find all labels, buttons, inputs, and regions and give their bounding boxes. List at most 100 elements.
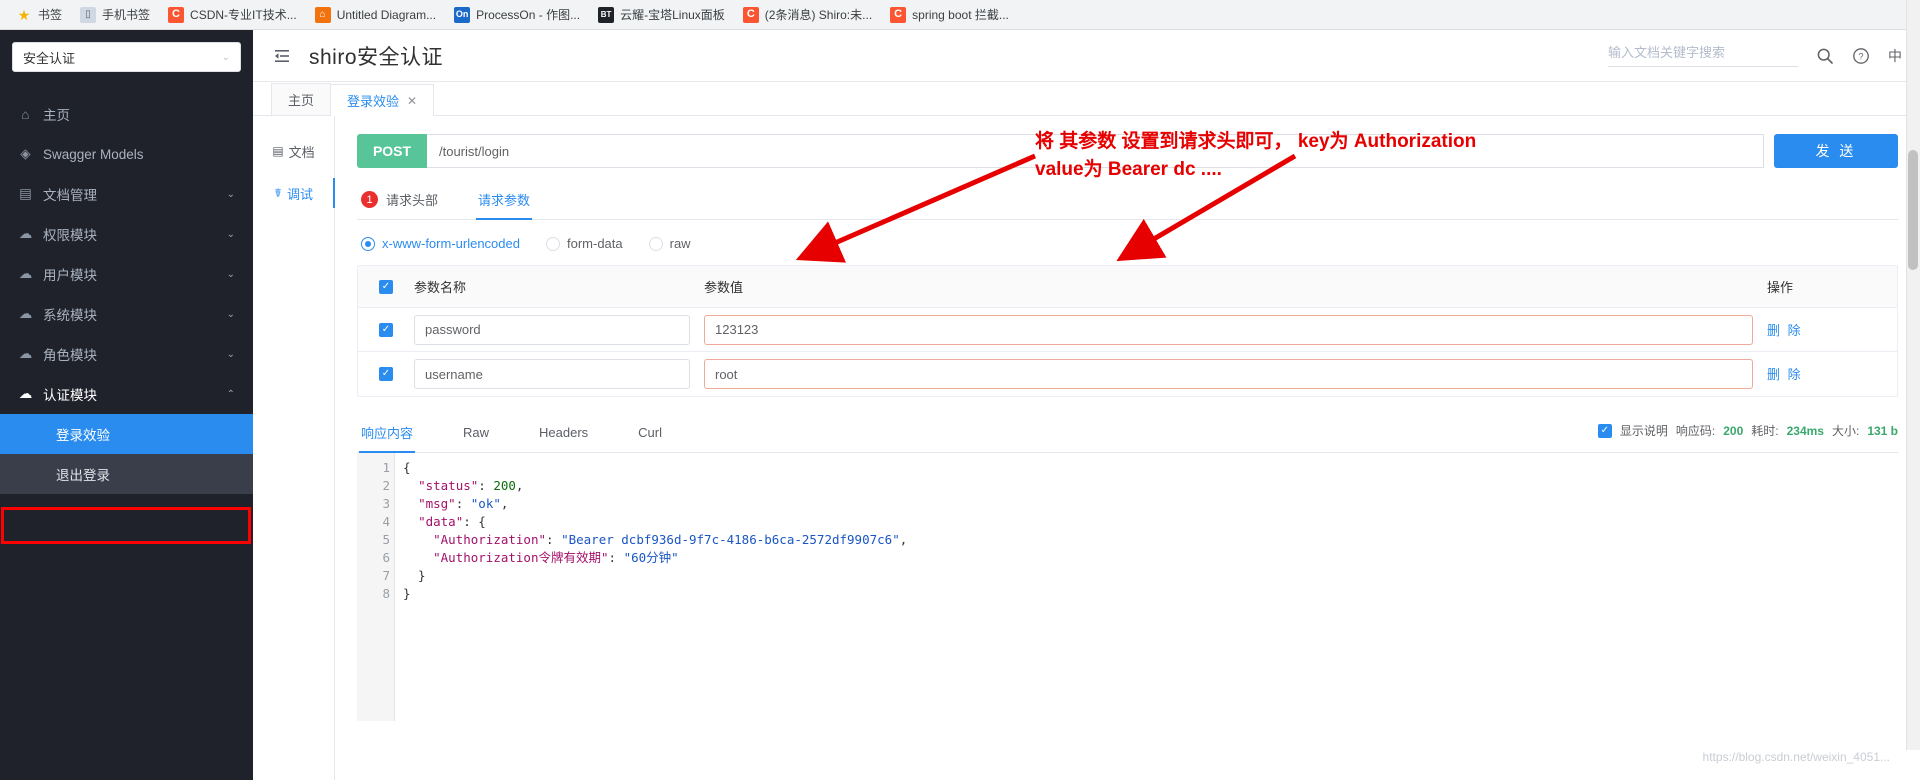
param-name-cell [414, 314, 704, 345]
sidebar-submenu-item-2[interactable]: 退出登录 [0, 454, 253, 494]
send-button[interactable]: 发 送 [1774, 134, 1898, 168]
search-icon[interactable] [1816, 47, 1834, 65]
sidebar-item-4[interactable]: ☁ 权限模块 ⌄ [0, 214, 253, 254]
page-tab-strip: 主页 登录效验 ✕ [253, 82, 1920, 116]
code-token: } [403, 568, 426, 583]
body-type-radio-3[interactable]: raw [648, 236, 691, 251]
elapsed-label: 耗时: [1751, 424, 1779, 438]
bookmark-item[interactable]: ▯ 手机书签 [72, 3, 158, 26]
table-row: ✓ 删 除 [358, 308, 1897, 352]
chevron-down-icon: ⌄ [221, 51, 230, 63]
code-token: : [608, 550, 624, 565]
bookmark-item[interactable]: On ProcessOn - 作图... [446, 3, 588, 26]
request-tab-2[interactable]: 请求参数 [476, 184, 533, 220]
sidebar-item-6[interactable]: ☁ 系统模块 ⌄ [0, 294, 253, 334]
sidebar-item-label: 系统模块 [43, 308, 97, 323]
line-number: 2 [382, 478, 390, 493]
delete-param-button[interactable]: 删 除 [1767, 367, 1803, 382]
bookmark-label: Untitled Diagram... [336, 7, 437, 22]
sidebar-item-8[interactable]: ☁ 认证模块 ⌃ [0, 374, 253, 414]
select-all-checkbox[interactable]: ✓ [379, 279, 393, 294]
delete-param-button[interactable]: 删 除 [1767, 323, 1803, 338]
sidebar-item-7[interactable]: ☁ 角色模块 ⌄ [0, 334, 253, 374]
highlight-box-login-check [1, 507, 251, 544]
bookmark-item[interactable]: ⌂ Untitled Diagram... [307, 4, 444, 26]
sidebar-item-2[interactable]: ◈ Swagger Models [0, 134, 253, 174]
parameters-table: ✓ 参数名称 参数值 操作 ✓ 删 除 ✓ 删 除 [357, 265, 1898, 397]
browser-bookmarks-bar: ★ 书签 ▯ 手机书签 C CSDN-专业IT技术... ⌂ Untitled Diagram… [0, 0, 1920, 30]
bookmark-item[interactable]: Cspring boot 拦截... [882, 3, 1017, 26]
close-icon[interactable]: ✕ [407, 94, 417, 108]
response-tab-1[interactable]: 响应内容 [359, 417, 416, 453]
help-icon[interactable]: ? [1852, 47, 1870, 65]
param-name-cell [414, 359, 704, 389]
page-tab-1[interactable]: 主页 [271, 83, 332, 115]
table-row: ✓ 删 除 [358, 352, 1897, 396]
param-value-input[interactable] [704, 359, 1753, 389]
vertical-tab-1[interactable]: ▤ 文档 [253, 130, 334, 172]
http-method-badge[interactable]: POST [357, 134, 427, 168]
show-description-checkbox[interactable]: ✓ [1597, 423, 1612, 438]
sidebar-item-label: 角色模块 [43, 348, 97, 363]
bookmark-label: (2条消息) Shiro:未... [764, 8, 873, 22]
row-checkbox[interactable]: ✓ [379, 367, 393, 381]
vertical-tab-label: 调试 [287, 186, 314, 202]
vertical-tab-label: 文档 [288, 144, 315, 160]
drawio-icon: ⌂ [314, 6, 331, 23]
code-token: , [899, 532, 908, 547]
search-input[interactable] [1608, 45, 1798, 60]
param-name-input[interactable] [414, 359, 690, 389]
language-switch-button[interactable]: 中 [1888, 46, 1902, 66]
phone-icon: ▯ [80, 6, 97, 23]
code-token: 200 [493, 478, 516, 493]
response-tab-2[interactable]: Raw [461, 419, 491, 450]
request-url-input[interactable] [427, 134, 1764, 168]
code-token: "Authorization" [433, 532, 546, 547]
sidebar-item-label: 权限模块 [43, 228, 97, 243]
page-tab-2[interactable]: 登录效验 ✕ [330, 84, 435, 116]
sidebar-item-label: 文档管理 [43, 188, 97, 203]
cube-icon: ◈ [20, 146, 31, 161]
table-header-row: ✓ 参数名称 参数值 操作 [358, 266, 1897, 308]
page-scrollbar-thumb[interactable] [1908, 150, 1918, 270]
request-tab-1[interactable]: 1 请求头部 [359, 184, 440, 219]
csdn-icon: C [890, 6, 907, 23]
sidebar-submenu-item-1[interactable]: 登录效验 [0, 414, 253, 454]
param-value-input[interactable] [704, 314, 1753, 345]
document-icon: ▤ [272, 144, 284, 158]
code-line-numbers: 1 2 3 4 5 6 7 8 [357, 453, 395, 721]
sidebar-item-3[interactable]: ▤ 文档管理 ⌄ [0, 174, 253, 214]
code-body[interactable]: { "status": 200, "msg": "ok", "data": { … [395, 453, 1898, 721]
bookmark-item[interactable]: C CSDN-专业IT技术... [160, 3, 305, 26]
body-type-radio-1[interactable]: x-www-form-urlencoded [361, 236, 520, 251]
vertical-tab-2[interactable]: ☤ 调试 [253, 172, 335, 214]
request-tab-label: 请求头部 [386, 193, 439, 208]
sidebar-item-5[interactable]: ☁ 用户模块 ⌄ [0, 254, 253, 294]
body-type-radio-2[interactable]: form-data [545, 236, 623, 251]
project-select[interactable]: 安全认证 ⌄ [12, 42, 241, 72]
body-type-label: form-data [566, 236, 623, 251]
bookmark-item[interactable]: ★ 书签 [8, 3, 70, 26]
page-scrollbar-track[interactable] [1906, 0, 1920, 750]
row-checkbox[interactable]: ✓ [379, 322, 393, 337]
param-name-input[interactable] [414, 314, 690, 345]
star-icon: ★ [17, 6, 31, 23]
doc-gear-icon: ▤ [19, 186, 32, 201]
doc-search[interactable] [1608, 44, 1798, 67]
bookmark-label: ProcessOn - 作图... [476, 8, 581, 22]
bookmark-item[interactable]: C (2条消息) Shiro:未... [735, 3, 880, 26]
code-token: , [515, 478, 524, 493]
collapse-menu-icon[interactable] [271, 45, 293, 67]
page-tab-label: 登录效验 [347, 94, 400, 109]
code-token: : { [463, 514, 486, 529]
response-tab-4[interactable]: Curl [636, 419, 664, 450]
header-operation: 操作 [1767, 280, 1794, 295]
sidebar-item-1[interactable]: ⌂ 主页 [0, 94, 253, 134]
bookmark-item[interactable]: BT 云耀-宝塔Linux面板 [590, 3, 733, 26]
response-tab-3[interactable]: Headers [537, 419, 590, 450]
body-type-label: x-www-form-urlencoded [382, 236, 520, 251]
